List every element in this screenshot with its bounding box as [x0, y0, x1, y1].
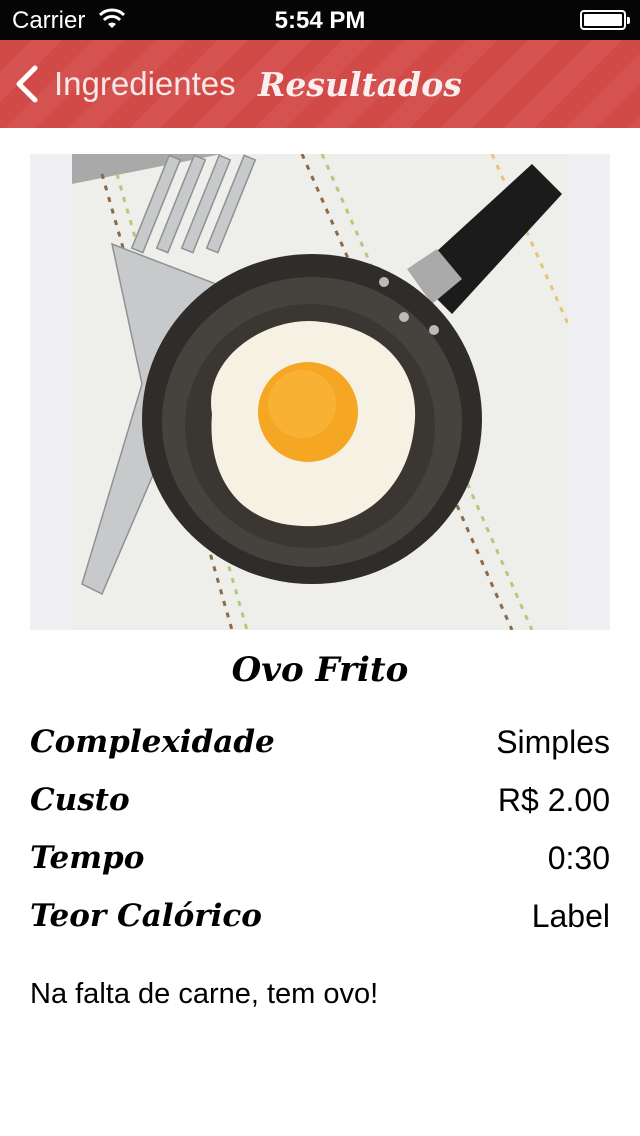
detail-label: Complexidade — [30, 724, 275, 760]
detail-row-time: Tempo 0:30 — [30, 833, 610, 883]
detail-label: Tempo — [30, 840, 145, 876]
navigation-bar: Ingredientes Resultados — [0, 40, 640, 128]
clock: 5:54 PM — [274, 7, 366, 34]
back-button[interactable]: Ingredientes — [14, 40, 236, 128]
recipe-name: Ovo Frito — [231, 650, 409, 690]
recipe-image-frame — [30, 154, 610, 630]
detail-row-cost: Custo R$ 2.00 — [30, 775, 610, 825]
recipe-description: Na falta de carne, tem ovo! — [30, 978, 379, 1010]
detail-row-complexity: Complexidade Simples — [30, 717, 610, 767]
page-title: Resultados — [258, 64, 462, 104]
detail-value: Label — [531, 897, 610, 934]
back-button-label: Ingredientes — [54, 65, 236, 102]
detail-value: Simples — [496, 723, 610, 760]
detail-value: R$ 2.00 — [497, 781, 610, 818]
detail-value: 0:30 — [547, 839, 610, 876]
detail-label: Custo — [30, 782, 130, 818]
status-bar: Carrier 5:54 PM — [0, 0, 640, 40]
battery-icon — [580, 10, 630, 30]
detail-label: Teor Calórico — [30, 898, 262, 934]
chevron-left-icon — [16, 65, 38, 103]
recipe-image — [72, 154, 568, 630]
detail-row-calories: Teor Calórico Label — [30, 891, 610, 941]
